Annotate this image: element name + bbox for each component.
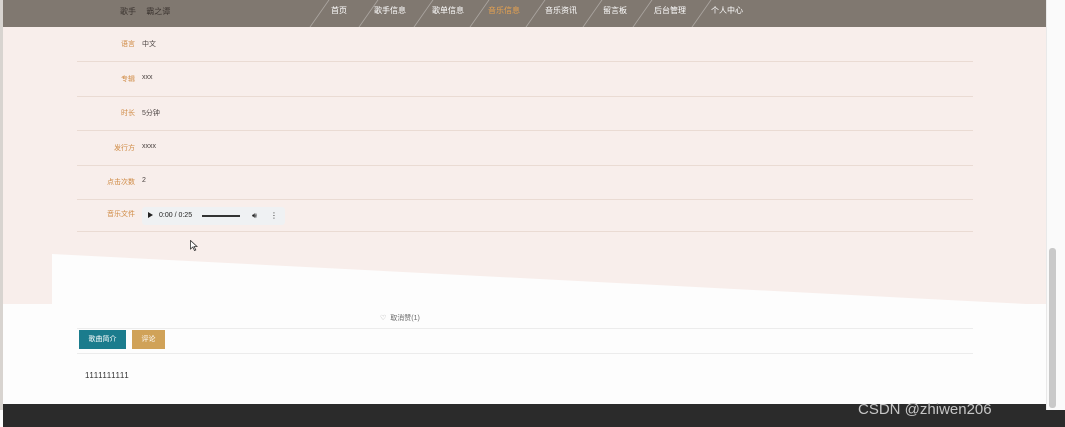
divider [77, 328, 973, 329]
detail-value: 5分钟 [142, 110, 160, 117]
song-intro-text: 1111111111 [85, 371, 130, 380]
tab-song-intro[interactable]: 歌曲简介 [79, 330, 126, 349]
detail-label: 时长 [121, 110, 135, 117]
detail-row-publisher: 发行方 xxxx [77, 131, 973, 166]
like-toggle[interactable]: ♡ 取消赞(1) [380, 313, 420, 323]
volume-icon[interactable]: 🔊︎ [252, 211, 257, 221]
detail-label: 专辑 [121, 76, 135, 83]
detail-label: 发行方 [114, 145, 135, 152]
nav-admin[interactable]: 后台管理 [654, 5, 686, 16]
divider [77, 353, 973, 354]
nav-music-news[interactable]: 音乐资讯 [545, 5, 577, 16]
nav-music-info[interactable]: 音乐信息 [488, 5, 520, 16]
singer-field: 歌手 霸之谭 [120, 6, 170, 17]
nav-singer-info[interactable]: 歌手信息 [374, 5, 406, 16]
like-label: 取消赞(1) [390, 315, 420, 322]
detail-label: 点击次数 [107, 179, 135, 186]
audio-player[interactable]: 0:00 / 0:25 🔊︎ ⋮ [142, 207, 285, 225]
play-icon[interactable] [148, 212, 153, 218]
player-time: 0:00 / 0:25 [159, 212, 193, 219]
nav-separator [469, 0, 490, 27]
tab-comments[interactable]: 评论 [132, 330, 165, 349]
nav-separator [309, 0, 330, 27]
nav-home[interactable]: 首页 [331, 5, 347, 16]
detail-value: 中文 [142, 41, 156, 48]
detail-row-language: 语言 中文 [77, 27, 973, 62]
watermark-text: CSDN @zhiwen206 [858, 401, 992, 418]
nav-playlist-info[interactable]: 歌单信息 [432, 5, 464, 16]
browser-page: 歌手 霸之谭 首页 歌手信息 歌单信息 音乐信息 音乐资讯 留言板 后台管理 个… [0, 0, 1065, 427]
more-options-icon[interactable]: ⋮ [270, 211, 278, 220]
detail-value: 2 [142, 177, 146, 184]
nav-separator [691, 0, 712, 27]
top-nav-bar: 歌手 霸之谭 首页 歌手信息 歌单信息 音乐信息 音乐资讯 留言板 后台管理 个… [3, 0, 1046, 27]
nav-separator [413, 0, 434, 27]
detail-value: xxx [142, 74, 153, 81]
nav-separator [632, 0, 653, 27]
nav-personal-center[interactable]: 个人中心 [711, 5, 743, 16]
nav-message-board[interactable]: 留言板 [603, 5, 627, 16]
detail-row-duration: 时长 5分钟 [77, 96, 973, 131]
detail-value: xxxx [142, 143, 156, 150]
nav-separator [582, 0, 603, 27]
detail-label: 语言 [121, 41, 135, 48]
singer-value: 霸之谭 [146, 7, 171, 16]
heart-icon: ♡ [380, 315, 387, 322]
mouse-cursor-icon [190, 240, 199, 251]
singer-label: 歌手 [120, 7, 136, 16]
detail-row-album: 专辑 xxx [77, 62, 973, 97]
detail-row-click-count: 点击次数 2 [77, 165, 973, 200]
detail-label: 音乐文件 [107, 211, 135, 218]
window-left-edge [0, 0, 3, 410]
nav-separator [525, 0, 546, 27]
volume-slider-fill[interactable] [202, 215, 240, 217]
scrollbar-thumb[interactable] [1049, 248, 1056, 408]
